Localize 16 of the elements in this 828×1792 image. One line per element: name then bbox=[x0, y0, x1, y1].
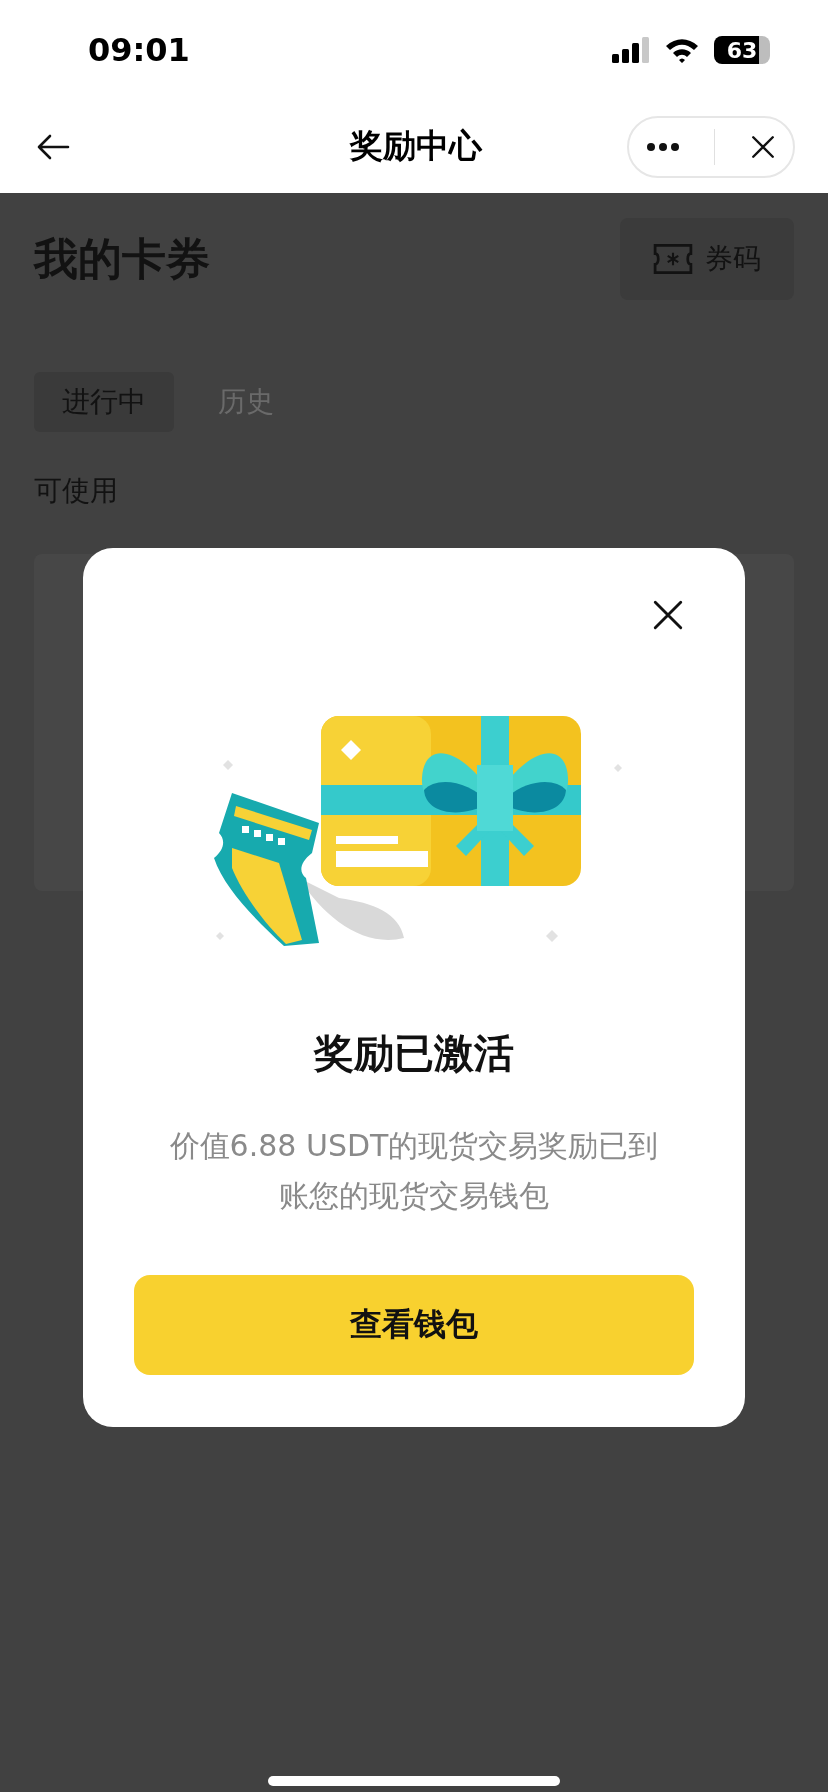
close-icon bbox=[651, 598, 685, 632]
dialog-message: 价值6.88 USDT的现货交易奖励已到账您的现货交易钱包 bbox=[168, 1127, 660, 1215]
close-button[interactable] bbox=[651, 598, 685, 632]
close-button[interactable] bbox=[749, 133, 776, 160]
signal-icon bbox=[612, 37, 650, 63]
status-time: 09:01 bbox=[88, 31, 190, 69]
back-arrow-icon bbox=[36, 132, 70, 161]
ticket-icon bbox=[653, 243, 693, 275]
wifi-icon bbox=[664, 37, 700, 63]
close-icon bbox=[749, 133, 776, 160]
dialog-title: 奖励已激活 bbox=[314, 1029, 514, 1078]
more-icon bbox=[646, 141, 681, 152]
more-button[interactable] bbox=[646, 141, 681, 152]
page-title: 奖励中心 bbox=[349, 125, 482, 167]
view-wallet-button[interactable]: 查看钱包 bbox=[134, 1275, 694, 1375]
battery-level: 63 bbox=[714, 36, 770, 64]
